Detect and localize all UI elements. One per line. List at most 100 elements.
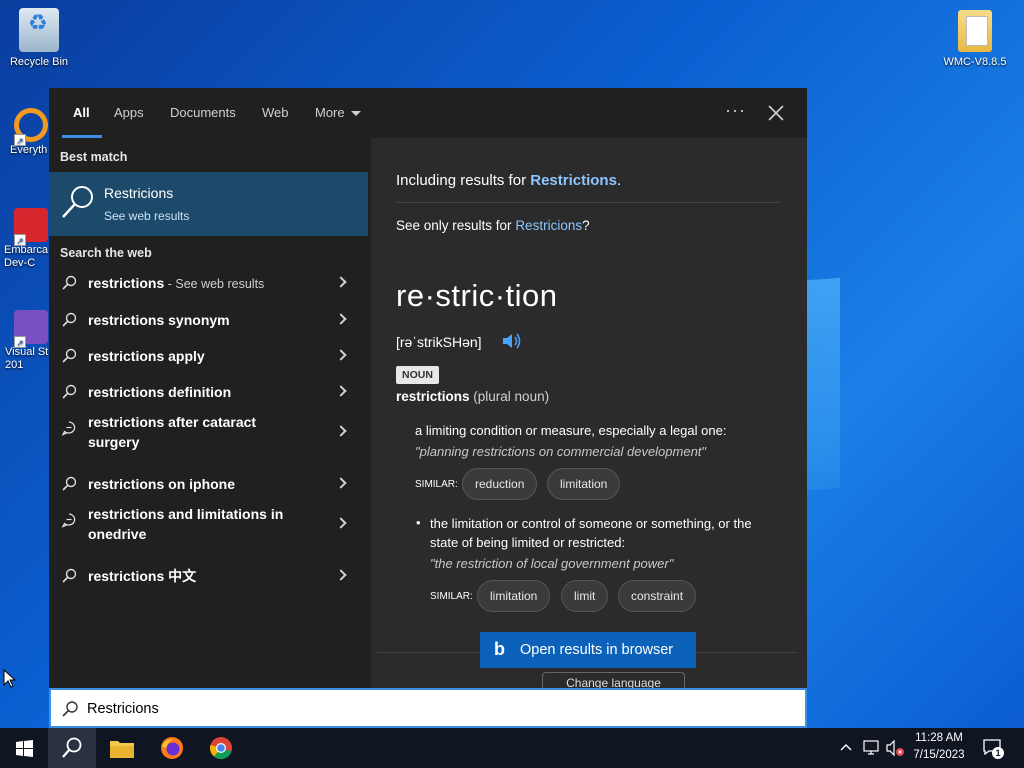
web-result-text: restrictions apply [88,348,205,364]
shortcut-arrow-icon: ↗ [14,134,26,146]
chevron-right-icon [335,517,347,529]
taskbar: 11:28 AM 7/15/2023 1 [0,728,1024,768]
search-icon [62,701,78,717]
including-suffix: . [616,172,622,189]
change-language-button[interactable]: Change language [542,672,685,688]
preview-pane: Including results for Restrictions. See … [371,138,807,688]
web-result-row[interactable]: restrictions 中文 [49,558,368,594]
web-result-row[interactable]: restrictions on iphone [49,466,368,502]
web-result-row[interactable]: restrictions definition [49,374,368,410]
network-icon[interactable] [862,740,880,756]
tab-web[interactable]: Web [262,105,289,120]
firefox-button[interactable] [148,728,196,768]
desktop-icon-label: WMC-V8.8.5 [943,56,1007,68]
search-icon [62,186,93,218]
lemma-note: (plural noun) [469,389,550,404]
best-match-heading: Best match [60,150,128,164]
bullet: • [416,515,421,530]
tab-apps[interactable]: Apps [114,105,144,120]
desktop-icon-recycle-bin[interactable]: Recycle Bin [0,8,78,69]
mouse-cursor-icon [3,669,17,688]
desktop-icon-everything[interactable]: ↗ Everyth [0,108,50,157]
similar-word-chip[interactable]: limit [561,580,609,612]
tab-all[interactable]: All [73,105,90,120]
web-result-row[interactable]: restrictions - See web results [49,265,368,301]
web-result-row[interactable]: restrictions and limitations in onedrive [49,502,368,546]
desktop-icon-label: Visual St 201 [5,346,49,371]
file-explorer-button[interactable] [98,728,146,768]
desktop-icon-label: Recycle Bin [9,56,69,68]
tab-documents[interactable]: Documents [170,105,236,120]
search-icon [62,737,82,758]
sense-example: "the restriction of local government pow… [430,556,674,571]
shortcut-arrow-icon: ↗ [14,234,26,246]
desktop-icon-label: Embarca Dev-C [4,244,49,269]
start-button[interactable] [0,728,48,768]
best-match-title: Restricions [104,185,174,201]
divider [396,202,780,203]
search-icon [62,312,77,327]
web-result-text: restrictions synonym [88,312,230,328]
chevron-up-icon[interactable] [840,743,852,751]
open-in-browser-button[interactable]: b Open results in browser [480,632,696,668]
clock-date[interactable]: 7/15/2023 [910,749,968,761]
close-icon[interactable] [768,105,784,121]
including-term-link[interactable]: Restrictions [530,172,617,189]
chevron-right-icon [335,349,347,361]
only-term-link[interactable]: Restricions [515,218,582,233]
web-result-text: restrictions and limitations in onedrive [88,506,284,542]
search-icon [62,476,77,491]
similar-label: SIMILAR: [430,591,473,602]
only-prefix: See only results for [396,218,516,233]
desktop-icon-visual-studio[interactable]: ↗ Visual St 201 [0,310,50,372]
results-list: Best match Restricions See web results S… [49,138,368,688]
lemma-line: restrictions (plural noun) [396,389,549,404]
speaker-icon[interactable] [501,331,523,351]
best-match-item[interactable]: Restricions See web results [49,172,368,236]
tab-more-label: More [315,105,345,120]
chat-bubble-icon [61,421,76,436]
web-result-text: restrictions after cataract surgery [88,414,257,450]
taskbar-search-button[interactable] [48,728,96,768]
sense-example: "planning restrictions on commercial dev… [415,444,707,459]
similar-label: SIMILAR: [415,479,458,490]
chat-bubble-icon [61,513,76,528]
windows-logo-icon [16,740,33,757]
best-match-subtitle: See web results [104,209,190,223]
folder-icon [958,10,992,52]
including-prefix: Including results for [396,172,531,189]
notification-center-button[interactable]: 1 [983,739,1004,759]
similar-word-chip[interactable]: limitation [477,580,551,612]
similar-word-chip[interactable]: constraint [618,580,697,612]
recycle-bin-icon [19,8,59,52]
search-input[interactable] [87,698,787,720]
web-result-text: restrictions on iphone [88,476,236,492]
tab-more[interactable]: More [315,105,361,120]
web-result-row[interactable]: restrictions synonym [49,302,368,338]
caret-down-icon [350,111,361,117]
chevron-right-icon [335,313,347,325]
web-result-hint: - See web results [164,277,265,291]
search-tabs: All Apps Documents Web More ··· [49,88,807,138]
shortcut-arrow-icon: ↗ [14,336,26,348]
similar-word-chip[interactable]: reduction [462,468,538,500]
search-box[interactable] [49,688,807,728]
sense-definition: a limiting condition or measure, especia… [415,423,727,438]
web-result-text: restrictions 中文 [88,568,197,584]
desktop-icon-wmc[interactable]: WMC-V8.8.5 [936,10,1014,69]
desktop-icon-devcpp[interactable]: ↗ Embarca Dev-C [0,208,50,270]
chrome-button[interactable] [197,728,245,768]
clock-time[interactable]: 11:28 AM [910,732,968,744]
open-in-browser-label: Open results in browser [520,642,674,658]
similar-word-chip[interactable]: limitation [547,468,621,500]
web-result-row[interactable]: restrictions apply [49,338,368,374]
pronunciation: [rəˈstrikSHən] [396,334,482,350]
more-options-icon[interactable]: ··· [725,100,746,121]
volume-muted-icon[interactable] [886,740,906,757]
web-result-row[interactable]: restrictions after cataract surgery [49,410,368,454]
web-result-text: restrictions [88,275,165,291]
search-icon [62,384,77,399]
folder-icon [110,741,134,758]
chevron-right-icon [335,477,347,489]
firefox-icon [161,737,183,759]
